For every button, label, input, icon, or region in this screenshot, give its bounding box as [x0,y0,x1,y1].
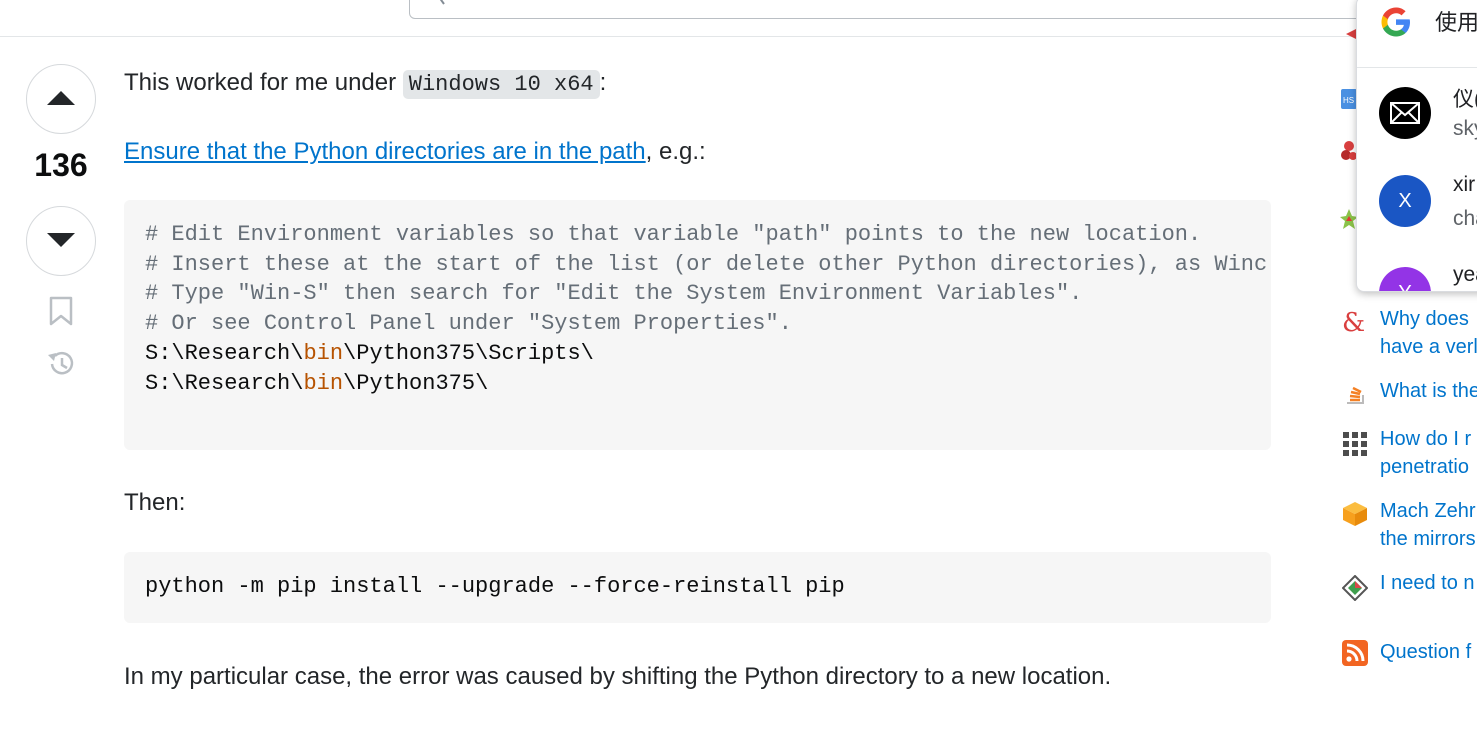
python-path-link[interactable]: Ensure that the Python directories are i… [124,138,646,165]
hot-question-title[interactable]: Mach Zehr the mirrors [1380,497,1476,553]
inline-code: Windows 10 x64 [402,70,600,99]
closing-paragraph: In my particular case, the error was cau… [124,663,1112,690]
arrow-down-icon [47,233,75,247]
intro-paragraph: This worked for me under Windows 10 x64: [124,68,606,100]
account-name: yea [1453,263,1477,286]
code-path-line: S:\Research\bin\Python375\Scripts\ [145,340,594,366]
grid-site-icon [1343,432,1367,456]
code-comment: # Edit Environment variables so that var… [145,222,1202,247]
link-suffix: , e.g.: [645,138,706,165]
vote-count: 136 [34,147,88,183]
account-email: sky [1453,117,1477,140]
bookmark-icon[interactable] [49,296,73,326]
code-block-env: # Edit Environment variables so that var… [124,200,1271,450]
account-chooser-popup: 使用 仪( sky X xir cha Y yea [1356,0,1477,292]
intro-suffix: : [599,69,607,96]
account-email: cha [1453,207,1477,230]
rss-icon [1342,640,1368,666]
code-comment: # Or see Control Panel under "System Pro… [145,311,792,337]
upvote-button[interactable] [26,64,96,134]
hs-site-icon: HS [1341,89,1357,109]
mail-icon [1379,87,1431,139]
cube-icon [1343,502,1367,526]
account-avatar: Y [1379,267,1431,291]
popup-header-text: 使用 [1435,10,1477,35]
path-paragraph: Ensure that the Python directories are i… [124,137,706,167]
svg-text:HS: HS [1343,96,1354,105]
popup-header: 使用 [1357,0,1477,68]
hot-question-title[interactable]: What is the [1380,377,1477,405]
questions-feed-link[interactable]: Question f [1380,638,1471,666]
top-bar [0,0,1477,37]
account-name: xir [1453,173,1476,196]
hot-question-title[interactable]: I need to n [1380,569,1475,597]
then-text: Then: [124,489,186,516]
code-block-pip: python -m pip install --upgrade --force-… [124,552,1271,623]
search-icon [439,0,445,5]
downvote-button[interactable] [26,206,96,276]
search-input[interactable] [409,0,1411,19]
perl-icon: & [1342,309,1365,335]
stackoverflow-icon [1347,386,1364,404]
account-name: 仪( [1453,88,1477,111]
code-comment: # Type "Win-S" then search for "Edit the… [145,281,1083,307]
intro-prefix: This worked for me under [124,69,403,96]
code-comment: # Insert these at the start of the list … [145,251,1268,277]
google-logo-icon [1381,7,1410,37]
account-avatar: X [1379,175,1431,227]
hot-question-title[interactable]: How do I r penetratio [1380,425,1471,481]
arrow-up-icon [47,91,75,105]
hot-question-title[interactable]: Why does have a verl [1380,305,1477,361]
diamond-site-icon [1342,575,1368,601]
code-path-line: S:\Research\bin\Python375\ [145,370,489,396]
pip-command: python -m pip install --upgrade --force-… [145,574,845,599]
account-item[interactable]: Y yea [1357,259,1477,291]
history-icon[interactable] [44,348,78,380]
account-item[interactable]: 仪( sky [1357,77,1477,157]
svg-text:&: & [1342,309,1365,335]
account-item[interactable]: X xir cha [1357,167,1477,247]
